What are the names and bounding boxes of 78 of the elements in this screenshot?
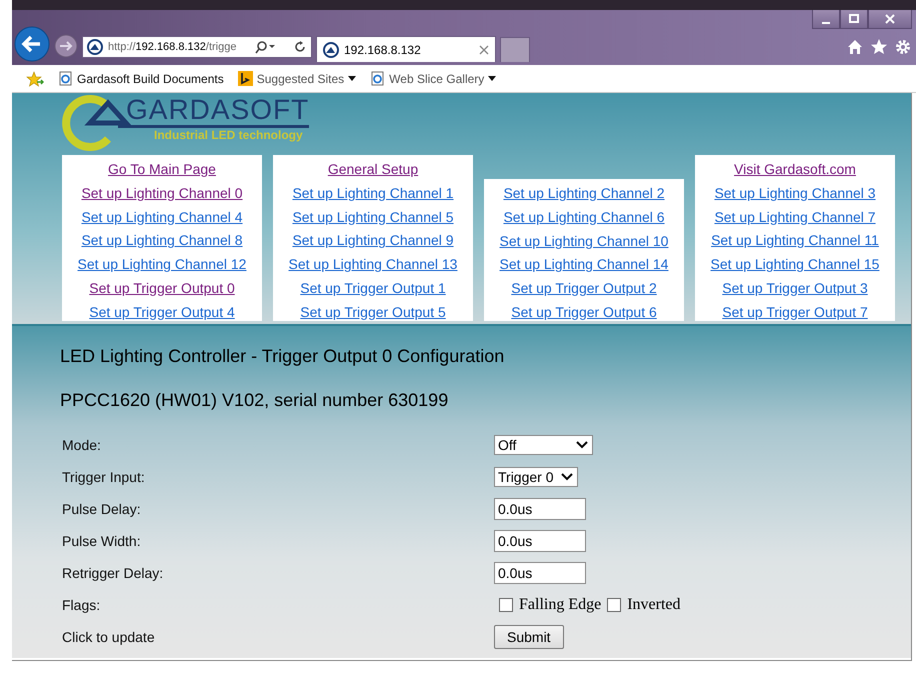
nav-link[interactable]: Set up Trigger Output 6 bbox=[511, 300, 657, 325]
nav-link[interactable]: Set up Lighting Channel 3 bbox=[714, 182, 876, 206]
nav-link[interactable]: Set up Lighting Channel 11 bbox=[711, 229, 879, 254]
bing-icon bbox=[238, 71, 253, 86]
back-button[interactable] bbox=[14, 26, 50, 62]
nav-link[interactable]: Set up Lighting Channel 6 bbox=[503, 206, 665, 230]
nav-link[interactable]: Set up Trigger Output 3 bbox=[722, 276, 868, 301]
nav-link[interactable]: Set up Lighting Channel 8 bbox=[81, 229, 243, 254]
nav-link[interactable]: Set up Trigger Output 2 bbox=[511, 277, 657, 301]
logo-tagline: Industrial LED technology bbox=[153, 128, 304, 143]
nav-link[interactable]: Visit Gardasoft.com bbox=[734, 158, 856, 182]
nav-link[interactable]: Set up Lighting Channel 7 bbox=[714, 206, 876, 230]
submit-button[interactable]: Submit bbox=[494, 624, 564, 648]
field-label: Trigger Input: bbox=[62, 468, 146, 484]
page-title: LED Lighting Controller - Trigger Output 0 Configuration bbox=[60, 346, 506, 367]
dropdown[interactable]: Off bbox=[494, 434, 593, 454]
page-icon bbox=[370, 71, 386, 86]
logo-wordmark: GARDASOFT bbox=[118, 95, 310, 128]
nav-link[interactable]: Set up Lighting Channel 12 bbox=[78, 253, 246, 277]
nav-link[interactable]: Set up Lighting Channel 2 bbox=[503, 182, 665, 206]
favorites-link[interactable]: Suggested Sites bbox=[238, 71, 356, 86]
address-bar[interactable]: http://192.168.8.132/trigge bbox=[82, 36, 312, 58]
minimize-button[interactable] bbox=[812, 10, 840, 29]
favorites-link[interactable]: Gardasoft Build Documents bbox=[58, 71, 224, 86]
checkbox[interactable] bbox=[499, 598, 513, 612]
close-icon[interactable] bbox=[479, 44, 489, 54]
dropdown[interactable]: Trigger 0 bbox=[494, 466, 578, 486]
favorites-star-icon[interactable] bbox=[26, 70, 44, 86]
nav-link[interactable]: Set up Trigger Output 1 bbox=[300, 276, 446, 301]
home-icon[interactable] bbox=[846, 38, 864, 56]
minimize-icon bbox=[822, 22, 830, 24]
refresh-icon[interactable] bbox=[293, 40, 307, 54]
nav-link[interactable]: Set up Lighting Channel 0 bbox=[81, 182, 243, 206]
nav-link[interactable]: Set up Lighting Channel 15 bbox=[710, 253, 880, 277]
chevron-icon bbox=[560, 472, 574, 482]
favorites-link[interactable]: Web Slice Gallery bbox=[370, 71, 496, 86]
input-field[interactable]: 0.0us bbox=[494, 498, 586, 520]
maximize-icon bbox=[849, 14, 859, 24]
close-button[interactable] bbox=[868, 10, 912, 29]
nav-link[interactable]: Set up Lighting Channel 9 bbox=[292, 229, 454, 254]
browser-tab[interactable]: 192.168.8.132 bbox=[316, 36, 496, 62]
nav-link[interactable]: Set up Lighting Channel 13 bbox=[288, 253, 458, 277]
field-label: Click to update bbox=[62, 628, 156, 644]
chevron-icon bbox=[575, 440, 589, 450]
page-icon bbox=[87, 39, 103, 55]
star-icon[interactable] bbox=[870, 38, 888, 56]
field-label: Pulse Width: bbox=[62, 532, 142, 548]
maximize-button[interactable] bbox=[840, 10, 868, 29]
input-field[interactable]: 0.0us bbox=[494, 530, 586, 552]
page-icon bbox=[323, 42, 339, 58]
nav-link[interactable]: Set up Trigger Output 4 bbox=[89, 300, 235, 325]
tab-title: 192.168.8.132 bbox=[344, 42, 422, 56]
nav-link[interactable]: Set up Lighting Channel 10 bbox=[500, 230, 668, 254]
nav-link[interactable]: Set up Trigger Output 0 bbox=[89, 276, 235, 301]
field-label: Pulse Delay: bbox=[62, 500, 142, 516]
page-icon bbox=[58, 71, 73, 86]
url-text: http://192.168.8.132/trigge bbox=[108, 41, 238, 53]
nav-link[interactable]: Set up Lighting Channel 5 bbox=[292, 206, 454, 230]
nav-link[interactable]: Set up Lighting Channel 1 bbox=[292, 182, 454, 206]
nav-link[interactable]: Set up Lighting Channel 4 bbox=[81, 206, 243, 230]
nav-link[interactable]: Set up Trigger Output 5 bbox=[300, 300, 446, 325]
close-icon bbox=[885, 14, 895, 24]
nav-link[interactable]: Set up Trigger Output 7 bbox=[722, 300, 868, 325]
checkbox[interactable] bbox=[607, 598, 622, 612]
field-label: Flags: bbox=[62, 596, 102, 612]
checkbox-label: Falling Edge bbox=[519, 596, 602, 614]
caret-icon bbox=[488, 76, 496, 82]
checkbox-label: Inverted bbox=[627, 596, 681, 614]
device-info: PPCC1620 (HW01) V102, serial number 630199 bbox=[60, 390, 450, 411]
settings-icon[interactable] bbox=[894, 38, 912, 56]
forward-button[interactable] bbox=[54, 34, 78, 58]
nav-link[interactable]: Go To Main Page bbox=[108, 158, 216, 182]
caret-icon bbox=[348, 76, 356, 82]
input-field[interactable]: 0.0us bbox=[494, 562, 586, 584]
field-label: Retrigger Delay: bbox=[62, 564, 164, 580]
field-label: Mode: bbox=[62, 436, 102, 452]
nav-link[interactable]: General Setup bbox=[328, 158, 418, 182]
nav-link[interactable]: Set up Lighting Channel 14 bbox=[500, 253, 668, 278]
